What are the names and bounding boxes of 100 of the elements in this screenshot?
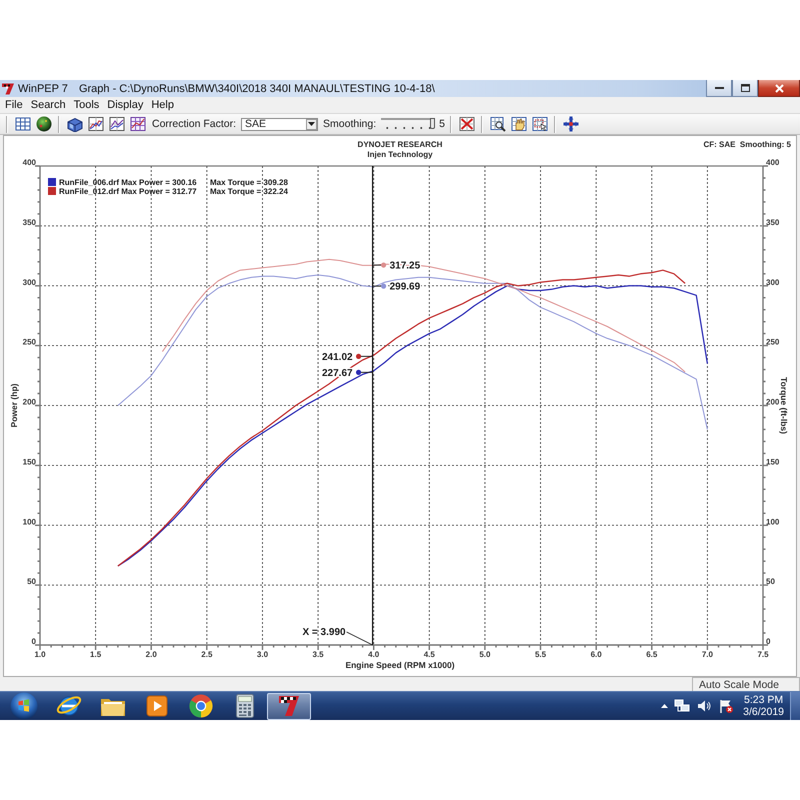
torque-tick-label: 150 [766,457,780,466]
power-tick-label: 350 [22,218,36,227]
chart-hand-icon [510,116,526,132]
window-title: Graph - C:\DynoRuns\BMW\340I\2018 340I MANAUL\TESTING 10-4-18\ [78,82,435,94]
power-tick-label: 250 [22,338,36,347]
calculator-icon [236,694,254,718]
sphere-icon [36,116,52,132]
torque-tick-label: 350 [766,218,780,227]
legend-text: Max Torque = 322.24 [210,187,288,196]
menu-item[interactable]: File [1,99,27,111]
chart-button[interactable] [107,114,126,134]
torque-axis-title: Torque (ft-lbs) [779,377,789,434]
pan-button[interactable] [509,114,528,134]
rpm-tick-label: 1.0 [34,650,46,659]
grid-chart-icon [130,116,146,132]
rpm-tick-label: 1.5 [90,650,102,659]
crosshair-icon [562,116,578,132]
menu-item[interactable]: Search [26,99,70,111]
taskbar-app-button[interactable] [267,692,311,720]
smoothing-value: 5 [439,118,445,130]
crosshair-button[interactable] [561,114,580,134]
app-name: WinPEP 7 [18,82,68,94]
circle-logo-icon [189,694,213,718]
table-view-button[interactable] [13,114,32,134]
data-point-marker [356,354,362,359]
rpm-tick-label: 4.5 [424,650,435,659]
box-chart-icon [66,116,82,132]
minimize-icon [714,87,724,89]
show-desktop-button[interactable] [790,692,800,720]
media-play-icon [146,695,168,717]
marker-value-label: 241.02 [322,352,353,363]
chart-subtitle: Injen Technology [367,150,433,159]
correction-factor-dropdown[interactable]: SAE [241,118,318,130]
chart-button[interactable] [128,114,147,134]
close-button[interactable] [758,80,800,97]
power-tick-label: 150 [22,457,36,466]
flag-icon [718,698,734,714]
select-button[interactable] [530,114,549,134]
maximize-icon [740,84,750,92]
windows-logo-icon [10,692,38,720]
smoothing-label: Smoothing: [323,118,376,130]
slider-thumb[interactable] [430,118,436,128]
app-logo-icon [277,694,301,718]
rpm-tick-label: 7.0 [702,650,713,659]
sphere-button[interactable] [34,114,53,134]
power-tick-label: 100 [22,517,36,526]
rpm-tick-label: 3.5 [312,650,324,659]
caret-icon [306,118,318,130]
menu-item[interactable]: Display [103,99,148,111]
marker-leader [358,356,374,357]
chart-select-icon [532,116,548,132]
marker-leader [358,372,374,373]
chart-settings: CF: SAE Smoothing: 5 [703,140,791,149]
power-axis-title: Power (hp) [9,384,19,428]
cross-out-chart-icon [458,116,474,132]
maximize-button[interactable] [732,80,758,97]
rpm-tick-label: 6.0 [590,650,602,659]
torque-tick-label: 400 [766,158,780,167]
rpm-tick-label: 7.5 [757,650,769,659]
marker-value-label: 299.69 [390,282,420,293]
menu-item[interactable]: Help [147,99,178,111]
menu-item[interactable]: Tools [70,99,104,111]
torque-tick-label: 250 [766,338,780,347]
caret-up-icon [661,704,668,708]
cursor-label: X = 3.990 [302,627,346,638]
taskbar-clock[interactable]: 5:23 PM 3/6/2019 [737,694,790,718]
rpm-tick-label: 3.0 [256,650,268,659]
torque-tick-label: 50 [766,577,775,586]
data-point-marker [356,370,362,375]
rpm-tick-label: 2.0 [146,650,157,659]
rpm-tick-label: 5.0 [479,650,490,659]
zoom-button[interactable] [488,114,507,134]
magnifier-chart-icon [490,116,506,132]
rpm-tick-label: 2.5 [201,650,212,659]
cursor-line[interactable] [372,166,374,645]
power-tick-label: 50 [27,577,36,586]
network-icon [674,698,690,714]
torque-tick-label: 300 [766,278,780,287]
power-tick-label: 0 [32,637,36,646]
correction-factor-label: Correction Factor: [152,118,236,130]
rpm-tick-label: 4.0 [368,650,380,659]
close-icon [774,84,784,92]
data-point-marker [380,262,386,268]
grid-table-icon [14,116,30,132]
line-chart-icon [108,116,124,132]
clear-graph-button[interactable] [457,114,476,134]
rpm-axis-title: Engine Speed (RPM x1000) [345,660,455,670]
chart-button[interactable] [86,114,105,134]
torque-tick-label: 200 [766,398,780,406]
rpm-tick-label: 6.5 [646,650,658,659]
torque-tick-label: 100 [766,517,780,526]
legend-text: RunFile_006.drf Max Power = 300.16 [59,178,197,187]
minimize-button[interactable] [706,80,732,97]
power-tick-label: 400 [22,158,36,167]
torque-tick-label: 0 [766,637,770,646]
cursor-leader [346,632,373,646]
marker-value-label: 317.25 [390,260,420,272]
line-chart-icon [88,116,104,132]
rpm-tick-label: 5.5 [534,650,546,659]
app-logo-icon [1,82,15,96]
